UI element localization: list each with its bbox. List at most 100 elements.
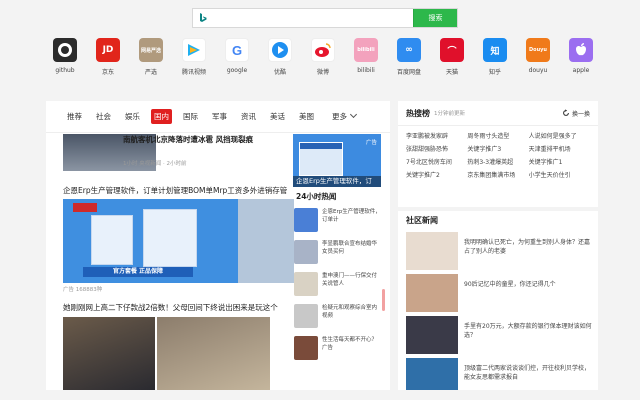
community-news-text: 我明明确认已死亡，为何重生到别人身体？还嘉占了别人的老婆	[464, 239, 591, 255]
jd-icon: JD	[96, 38, 120, 62]
quick-link-知乎[interactable]: 知知乎	[478, 38, 512, 76]
tab-国内[interactable]: 国内	[151, 109, 172, 124]
quick-link-douyu[interactable]: Douyu douyu	[521, 38, 555, 76]
quick-link-天猫[interactable]: ⌒ 天猫	[435, 38, 469, 76]
quick-link-label: apple	[572, 67, 590, 74]
tencent-video-icon	[182, 38, 206, 62]
quick-link-京东[interactable]: JD 京东	[91, 38, 125, 76]
hot-news-item[interactable]: 检疑元和观察综合室内视频	[294, 302, 382, 334]
search-input[interactable]	[213, 9, 413, 27]
quick-link-label: 腾讯视频	[181, 69, 206, 76]
hot-search-item[interactable]: 关键字推广3	[467, 145, 528, 155]
hot-news-item[interactable]: 重申澳门——行保交付关说管人	[294, 270, 382, 302]
quick-link-label: 京东	[101, 69, 114, 76]
scrollbar-thumb[interactable]	[382, 289, 385, 311]
yanxuan-icon: 网易严选	[139, 38, 163, 62]
article-meta: 1小时 央视新闻 · 2小时前	[123, 161, 187, 167]
hot-search-item[interactable]: 人说如何是强多了	[529, 132, 590, 142]
hot-search-item[interactable]: 李亚鹏被发家辟	[406, 132, 467, 142]
community-news-item[interactable]: 我明明确认已死亡，为何重生到别人身体？还嘉占了别人的老婆	[406, 232, 594, 270]
ad-image[interactable]	[238, 199, 294, 283]
community-news-item[interactable]: 顶级富二代两家说谈谈们控，开往校利贝学校，能女友思都需求报自	[406, 358, 594, 390]
hot-search-grid: 李亚鹏被发家辟 周冬雨寸头造型 人说如何是强多了张甜甜强胁恐怖 关键字推广3 天津重排平…	[398, 126, 598, 181]
hot-search-item[interactable]: 天津重排平机场	[529, 145, 590, 155]
tab-推荐[interactable]: 推荐	[64, 109, 85, 124]
hot-news-thumbnail	[294, 304, 318, 328]
bilibili-icon: bilibili	[354, 38, 378, 62]
product-box-image	[143, 209, 197, 267]
divider	[398, 207, 598, 211]
tab-军事[interactable]: 军事	[209, 109, 230, 124]
ad-banner[interactable]: 广告 企恩Erp生产管理软件，订	[293, 134, 381, 187]
apple-icon	[569, 38, 593, 62]
search-bar: 搜索	[192, 8, 458, 28]
hot-search-header: 热搜榜 1分钟前更新 换一换	[398, 101, 598, 126]
hot-news-thumbnail	[294, 240, 318, 264]
hot-news-text: 李显鹏联合宣布结婚华女员买何	[322, 241, 378, 255]
tab-娱乐[interactable]: 娱乐	[122, 109, 143, 124]
tab-社会[interactable]: 社会	[93, 109, 114, 124]
hot-search-item[interactable]: 关键字推广1	[529, 158, 590, 168]
hot-news-item[interactable]: 性生活每天都不开心？广告	[294, 334, 382, 366]
hot-news-text: 性生活每天都不开心？广告	[322, 337, 378, 351]
product-box-image	[91, 215, 133, 265]
community-news-title: 社区新闻	[406, 216, 438, 225]
hot-news-text: 重申澳门——行保交付关说管人	[322, 273, 378, 287]
quick-link-google[interactable]: Ggoogle	[220, 38, 254, 76]
baidu-netdisk-icon: ∞	[397, 38, 421, 62]
article-title[interactable]: 她刚刚网上高二下仔款战2倍数！父母回间下终说出困来是玩这个	[63, 302, 287, 313]
quick-link-label: google	[226, 67, 248, 74]
weibo-icon	[311, 38, 335, 62]
ad-caption: 企恩Erp生产管理软件，订	[293, 176, 381, 187]
hot-news-item[interactable]: 企恩Erp生产管理软件，订单计	[294, 206, 382, 238]
community-news-text: 顶级富二代两家说谈谈们控，开往校利贝学校，能女友思都需求报自	[464, 365, 591, 381]
ad-screenshot-image	[299, 142, 343, 176]
quick-links: github JD 京东 网易严选 严选 腾讯视频 Ggoogle 优酷 微博 bilibili b…	[48, 38, 598, 76]
refresh-button[interactable]: 换一换	[562, 109, 590, 118]
community-news-item[interactable]: 手里有20万元，大额存款的银行保本理财该如何选？	[406, 316, 594, 354]
hot-search-item[interactable]: 周冬雨寸头造型	[467, 132, 528, 142]
google-icon: G	[225, 38, 249, 62]
article-title[interactable]: 南航客机北京降落时遭冰雹 风挡现裂痕	[123, 134, 293, 145]
quick-link-label: 严选	[144, 69, 157, 76]
douyu-icon: Douyu	[526, 38, 550, 62]
bing-logo-icon	[193, 9, 213, 27]
quick-link-label: 百度网盘	[396, 69, 421, 76]
hot-news-item[interactable]: 李显鹏联合宣布结婚华女员买何	[294, 238, 382, 270]
youku-icon	[268, 38, 292, 62]
community-news-thumbnail	[406, 316, 458, 354]
hot-search-item[interactable]: 张甜甜强胁恐怖	[406, 145, 467, 155]
article-title[interactable]: 企恩Erp生产管理软件，订单计划管理BOM单Mrp工资多外进销存管理	[63, 185, 287, 196]
quick-link-bilibili[interactable]: bilibili bilibili	[349, 38, 383, 76]
quick-link-github[interactable]: github	[48, 38, 82, 76]
hot-search-item[interactable]: 小学生天价住引	[529, 171, 590, 181]
hot-search-item[interactable]: 关键字推广2	[406, 171, 467, 181]
tab-美话[interactable]: 美话	[267, 109, 288, 124]
search-button[interactable]: 搜索	[413, 9, 457, 27]
article-image[interactable]	[157, 317, 270, 390]
community-news-item[interactable]: 90后记忆中的童星，你还记得几个	[406, 274, 594, 312]
quick-link-apple[interactable]: apple	[564, 38, 598, 76]
quick-link-严选[interactable]: 网易严选 严选	[134, 38, 168, 76]
category-tabs: 推荐 社会 娱乐 国内 国际 军事 资讯 美话 美图 更多	[46, 101, 390, 133]
quick-link-优酷[interactable]: 优酷	[263, 38, 297, 76]
tab-资讯[interactable]: 资讯	[238, 109, 259, 124]
quick-link-腾讯视频[interactable]: 腾讯视频	[177, 38, 211, 76]
hot-search-item[interactable]: 京东集团集满市场	[467, 171, 528, 181]
hot-search-item[interactable]: 热刺3-3灌爆英超	[467, 158, 528, 168]
quick-link-微博[interactable]: 微博	[306, 38, 340, 76]
tab-国际[interactable]: 国际	[180, 109, 201, 124]
quick-link-label: 优酷	[273, 69, 286, 76]
tab-更多[interactable]: 更多	[329, 109, 359, 124]
tab-美图[interactable]: 美图	[296, 109, 317, 124]
quick-link-百度网盘[interactable]: ∞ 百度网盘	[392, 38, 426, 76]
hot-search-title: 热搜榜	[406, 108, 430, 118]
hot-news-text: 企恩Erp生产管理软件，订单计	[322, 209, 381, 223]
zhihu-icon: 知	[483, 38, 507, 62]
ad-image[interactable]: 官方套餐 正品保障	[63, 199, 238, 283]
article-image[interactable]	[63, 317, 155, 390]
github-icon	[53, 38, 77, 62]
hot-news-thumbnail	[294, 336, 318, 360]
hot-search-item[interactable]: 7号北区悦房车间	[406, 158, 467, 168]
quick-link-label: 天猫	[445, 69, 458, 76]
